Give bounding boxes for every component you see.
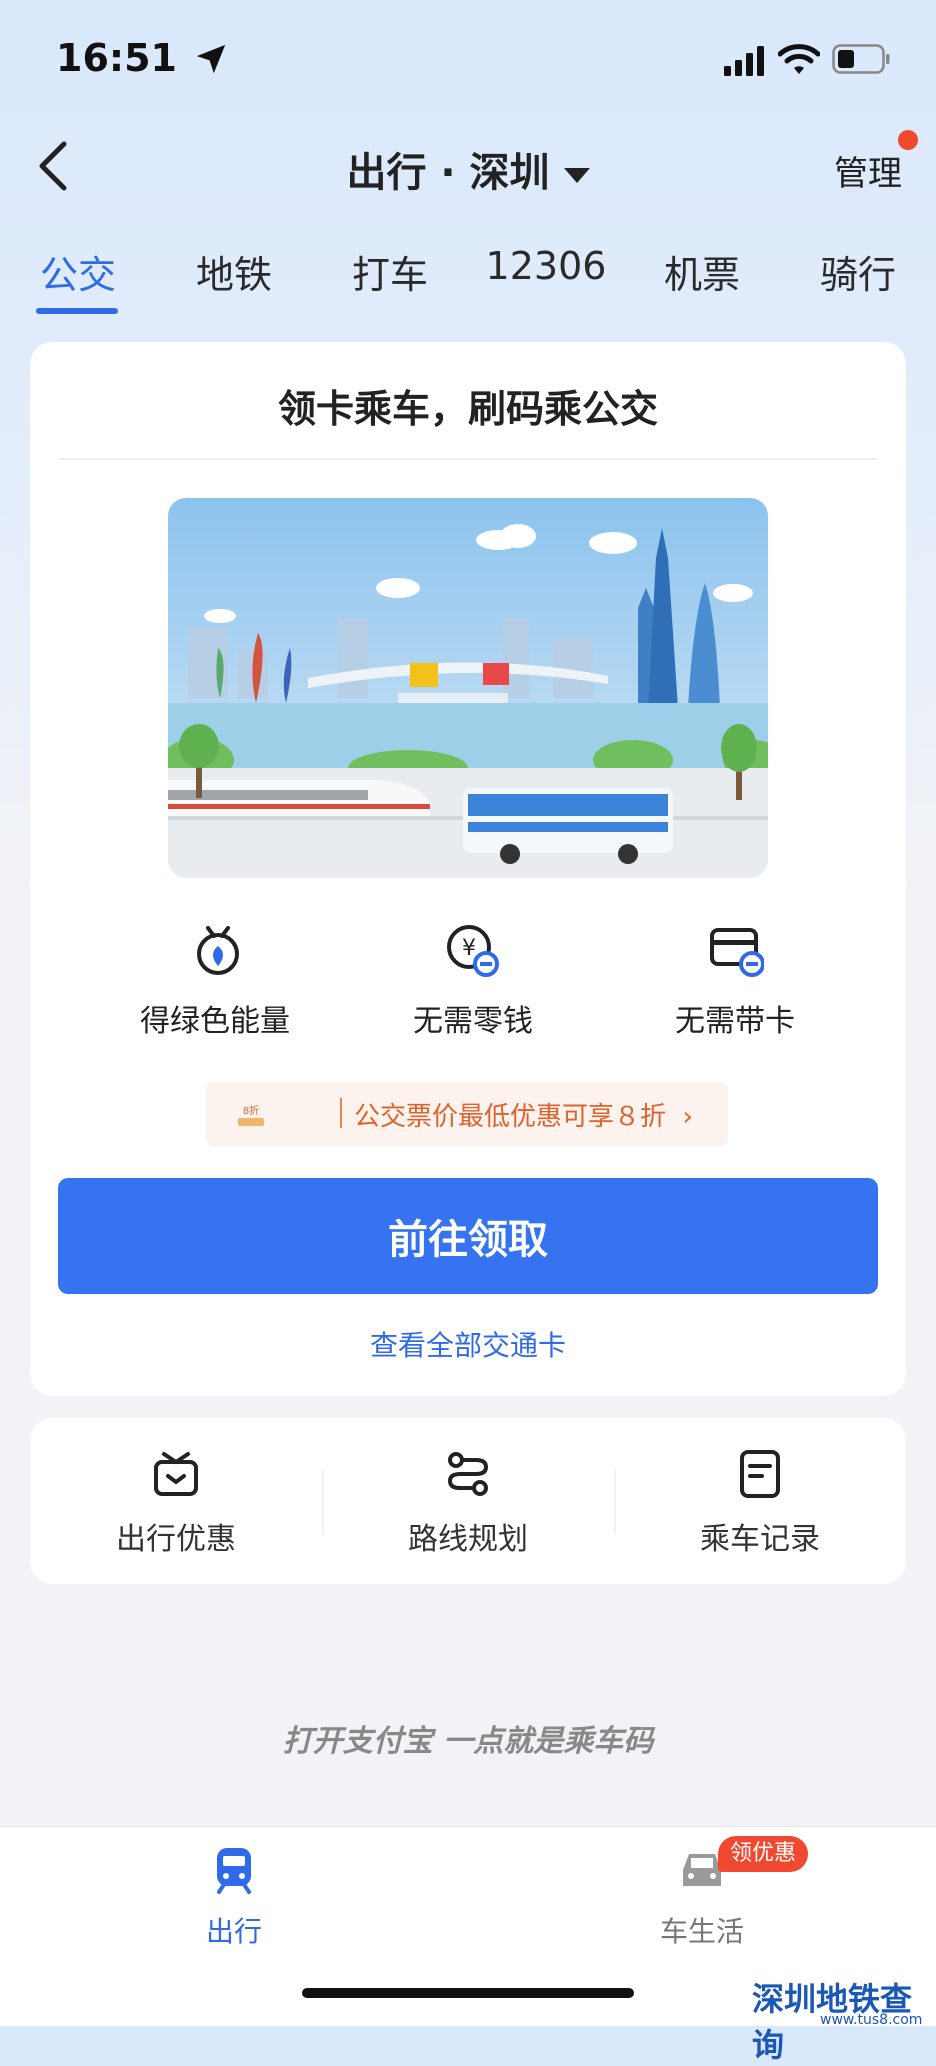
route-planning-button[interactable]: 路线规划 [322, 1448, 614, 1558]
no-card-icon [710, 928, 764, 977]
travel-deals-button[interactable]: 出行优惠 [30, 1448, 322, 1558]
feature-no-card-label: 无需带卡 [675, 1004, 795, 1039]
caret-down-icon [563, 167, 590, 183]
home-indicator [302, 1988, 634, 1998]
no-change-icon: ¥ [447, 925, 499, 977]
status-time: 16:51 [56, 36, 177, 80]
tab-active-indicator [36, 308, 118, 314]
slogan-text: 打开支付宝 一点就是乘车码 [282, 1724, 654, 1759]
card-title: 领卡乘车，刷码乘公交 [277, 387, 658, 431]
promo-text: 公交票价最低优惠可享８折 › [354, 1102, 693, 1132]
city-selector[interactable]: 出行 · 深圳 [0, 140, 936, 198]
wifi-icon [778, 44, 820, 74]
route-icon [447, 1452, 489, 1496]
coupon-badge[interactable]: 领优惠 [718, 1836, 809, 1872]
promo-separator [340, 1098, 342, 1128]
chevron-right-icon: › [682, 1102, 693, 1132]
watermark-url: www.tus8.com [820, 2012, 923, 2028]
svg-text:8折: 8折 [243, 1104, 259, 1117]
green-energy-icon [197, 926, 239, 975]
view-all-cards-link[interactable]: 查看全部交通卡 [0, 1324, 936, 1364]
city-transit-illustration [168, 498, 768, 878]
cellular-signal-icon [724, 46, 764, 76]
tab-cycling[interactable]: 骑行 [780, 244, 936, 299]
tab-flights[interactable]: 机票 [624, 244, 780, 299]
battery-icon [832, 44, 890, 74]
feature-green-energy-label: 得绿色能量 [140, 1004, 290, 1039]
ride-records-button[interactable]: 乘车记录 [614, 1448, 906, 1558]
manage-button[interactable]: 管理 [834, 146, 902, 195]
tab-taxi[interactable]: 打车 [312, 244, 468, 299]
tab-12306[interactable]: 12306 [468, 244, 624, 288]
gift-icon [154, 1452, 198, 1496]
bottom-tab-travel[interactable]: 出行 [134, 1844, 334, 1950]
notification-dot [898, 130, 918, 150]
record-icon [740, 1450, 780, 1498]
tab-bus[interactable]: 公交 [0, 244, 156, 299]
feature-no-change-label: 无需零钱 [413, 1004, 533, 1039]
claim-card-button[interactable]: 前往领取 [58, 1178, 878, 1294]
train-icon [217, 1848, 251, 1894]
divider [58, 458, 878, 460]
location-arrow-icon [196, 44, 226, 74]
discount-badge-icon: 8折 [238, 1104, 264, 1126]
tab-metro[interactable]: 地铁 [156, 244, 312, 299]
svg-text:¥: ¥ [462, 936, 476, 961]
page-title: 出行 · 深圳 [346, 150, 550, 196]
